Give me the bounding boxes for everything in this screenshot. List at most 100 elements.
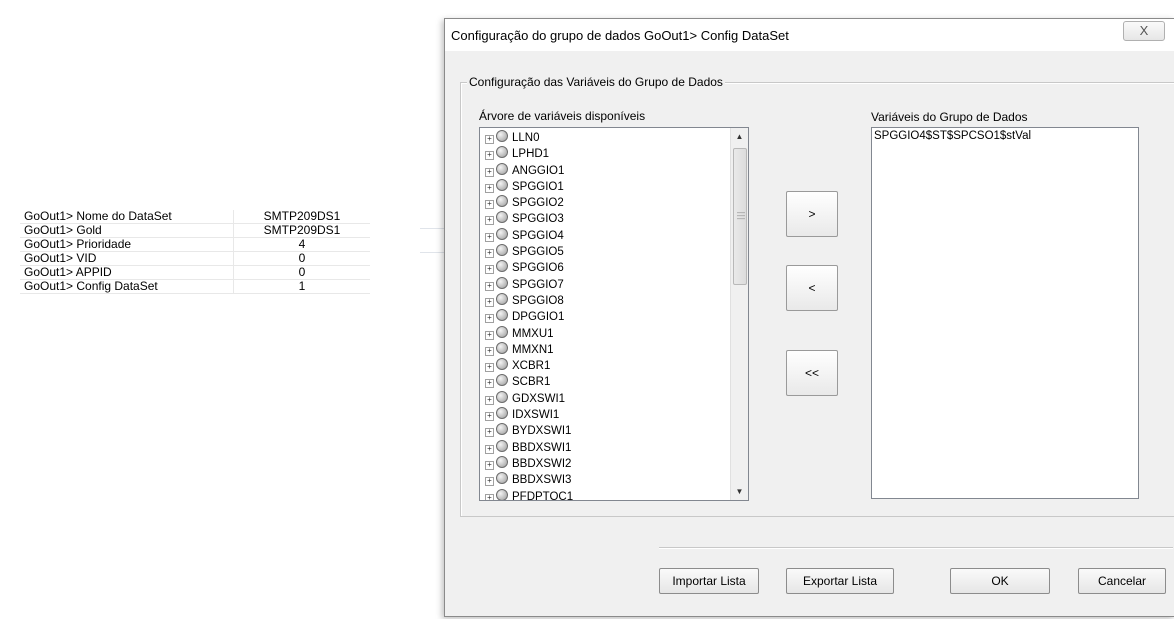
variables-tree[interactable]: + LLN0 + LPHD1 + ANGGIO1 + SPGGIO1 + SPGGIO2 + SPGG… xyxy=(479,127,749,501)
scroll-thumb[interactable]: — — — xyxy=(733,148,747,285)
tree-item-label: SPGGIO4 xyxy=(512,229,564,242)
tree-item[interactable]: + PFDPTOC1 xyxy=(480,488,730,500)
tree-item[interactable]: + SPGGIO4 xyxy=(480,227,730,243)
property-row[interactable]: GoOut1> Config DataSet 1 xyxy=(20,279,370,294)
dataset-variables-list[interactable]: SPGGIO4$ST$SPCSO1$stVal xyxy=(871,127,1139,499)
cancel-button[interactable]: Cancelar xyxy=(1078,568,1166,594)
tree-item[interactable]: + SPGGIO8 xyxy=(480,292,730,308)
tree-item-label: BBDXSWI2 xyxy=(512,457,572,470)
property-value[interactable]: 0 xyxy=(233,265,370,280)
property-key: GoOut1> APPID xyxy=(20,265,234,280)
tree-item[interactable]: + ANGGIO1 xyxy=(480,162,730,178)
tree-item[interactable]: + DPGGIO1 xyxy=(480,308,730,324)
property-row[interactable]: GoOut1> APPID 0 xyxy=(20,265,370,280)
expand-plus-icon[interactable]: + xyxy=(485,151,494,161)
expand-plus-icon[interactable]: + xyxy=(485,460,494,470)
expand-plus-icon[interactable]: + xyxy=(485,363,494,373)
expand-plus-icon[interactable]: + xyxy=(485,281,494,291)
property-key: GoOut1> Prioridade xyxy=(20,237,234,252)
tree-item[interactable]: + BBDXSWI2 xyxy=(480,455,730,471)
logical-node-icon xyxy=(496,195,508,208)
property-key: GoOut1> Config DataSet xyxy=(20,279,234,294)
remove-all-variables-button[interactable]: << xyxy=(786,350,838,396)
tree-item[interactable]: + MMXU1 xyxy=(480,325,730,341)
expand-plus-icon[interactable]: + xyxy=(485,493,494,500)
tree-item[interactable]: + SPGGIO3 xyxy=(480,210,730,226)
tree-item-label: SPGGIO6 xyxy=(512,262,564,275)
expand-plus-icon[interactable]: + xyxy=(485,135,494,144)
tree-item[interactable]: + BBDXSWI1 xyxy=(480,439,730,455)
tree-item[interactable]: + SCBR1 xyxy=(480,373,730,389)
tree-item-label: GDXSWI1 xyxy=(512,392,566,405)
tree-item-label: SCBR1 xyxy=(512,376,551,389)
logical-node-icon xyxy=(496,292,508,305)
expand-plus-icon[interactable]: + xyxy=(485,395,494,405)
tree-item-label: SPGGIO8 xyxy=(512,294,564,307)
tree-item[interactable]: + MMXN1 xyxy=(480,341,730,357)
tree-item[interactable]: + SPGGIO7 xyxy=(480,276,730,292)
remove-variable-button[interactable]: < xyxy=(786,265,838,311)
property-grid-body: GoOut1> Nome do DataSet SMTP209DS1 GoOut1>… xyxy=(20,210,370,294)
property-row[interactable]: GoOut1> VID 0 xyxy=(20,251,370,266)
property-value[interactable]: SMTP209DS1 xyxy=(233,210,370,224)
expand-plus-icon[interactable]: + xyxy=(485,183,494,193)
tree-item[interactable]: + LLN0 xyxy=(480,129,730,145)
tree-item[interactable]: + LPHD1 xyxy=(480,145,730,161)
property-value[interactable]: 1 xyxy=(233,279,370,294)
expand-plus-icon[interactable]: + xyxy=(485,167,494,177)
expand-plus-icon[interactable]: + xyxy=(485,265,494,275)
property-key: GoOut1> VID xyxy=(20,251,234,266)
close-button[interactable]: X xyxy=(1123,21,1165,41)
tree-item[interactable]: + SPGGIO6 xyxy=(480,259,730,275)
dataset-variables-label: Variáveis do Grupo de Dados xyxy=(871,110,1028,124)
tree-item[interactable]: + SPGGIO1 xyxy=(480,178,730,194)
expand-plus-icon[interactable]: + xyxy=(485,200,494,210)
property-value[interactable]: 4 xyxy=(233,237,370,252)
tree-item[interactable]: + SPGGIO2 xyxy=(480,194,730,210)
config-dataset-dialog: Configuração do grupo de dados GoOut1> C… xyxy=(444,18,1174,617)
expand-plus-icon[interactable]: + xyxy=(485,297,494,307)
tree-item-label: IDXSWI1 xyxy=(512,409,560,422)
property-row[interactable]: GoOut1> Gold SMTP209DS1 xyxy=(20,223,370,238)
tree-item[interactable]: + BBDXSWI3 xyxy=(480,471,730,487)
add-variable-button[interactable]: > xyxy=(786,191,838,237)
tree-item-label: LLN0 xyxy=(512,132,540,144)
tree-item[interactable]: + BYDXSWI1 xyxy=(480,422,730,438)
expand-plus-icon[interactable]: + xyxy=(485,412,494,422)
list-item[interactable]: SPGGIO4$ST$SPCSO1$stVal xyxy=(874,130,1031,142)
scroll-up-arrow-icon[interactable]: ▲ xyxy=(731,128,748,145)
import-list-button[interactable]: Importar Lista xyxy=(659,568,759,594)
logical-node-icon xyxy=(496,178,508,191)
dialog-titlebar[interactable]: Configuração do grupo de dados GoOut1> C… xyxy=(445,19,1174,51)
tree-item[interactable]: + XCBR1 xyxy=(480,357,730,373)
expand-plus-icon[interactable]: + xyxy=(485,346,494,356)
tree-item-label: BBDXSWI1 xyxy=(512,441,572,454)
logical-node-icon xyxy=(496,211,508,224)
expand-plus-icon[interactable]: + xyxy=(485,232,494,242)
property-row[interactable]: GoOut1> Prioridade 4 xyxy=(20,237,370,252)
tree-item[interactable]: + SPGGIO5 xyxy=(480,243,730,259)
logical-node-icon xyxy=(496,488,508,500)
ok-button[interactable]: OK xyxy=(950,568,1050,594)
expand-plus-icon[interactable]: + xyxy=(485,216,494,226)
expand-plus-icon[interactable]: + xyxy=(485,444,494,454)
tree-scrollbar[interactable]: ▲ — — — ▼ xyxy=(730,128,748,500)
expand-plus-icon[interactable]: + xyxy=(485,249,494,259)
logical-node-icon xyxy=(496,472,508,485)
expand-plus-icon[interactable]: + xyxy=(485,379,494,389)
expand-plus-icon[interactable]: + xyxy=(485,330,494,340)
property-value[interactable]: SMTP209DS1 xyxy=(233,223,370,238)
scroll-down-arrow-icon[interactable]: ▼ xyxy=(731,483,748,500)
expand-plus-icon[interactable]: + xyxy=(485,428,494,438)
expand-plus-icon[interactable]: + xyxy=(485,314,494,324)
available-variables-label: Árvore de variáveis disponíveis xyxy=(479,109,646,123)
tree-item[interactable]: + GDXSWI1 xyxy=(480,390,730,406)
property-value[interactable]: 0 xyxy=(233,251,370,266)
expand-plus-icon[interactable]: + xyxy=(485,477,494,487)
group-box-label: Configuração das Variáveis do Grupo de D… xyxy=(467,75,725,89)
property-key: GoOut1> Gold xyxy=(20,223,234,238)
dialog-title: Configuração do grupo de dados GoOut1> C… xyxy=(451,28,789,43)
property-row[interactable]: GoOut1> Nome do DataSet SMTP209DS1 xyxy=(20,210,370,224)
tree-item[interactable]: + IDXSWI1 xyxy=(480,406,730,422)
export-list-button[interactable]: Exportar Lista xyxy=(786,568,894,594)
